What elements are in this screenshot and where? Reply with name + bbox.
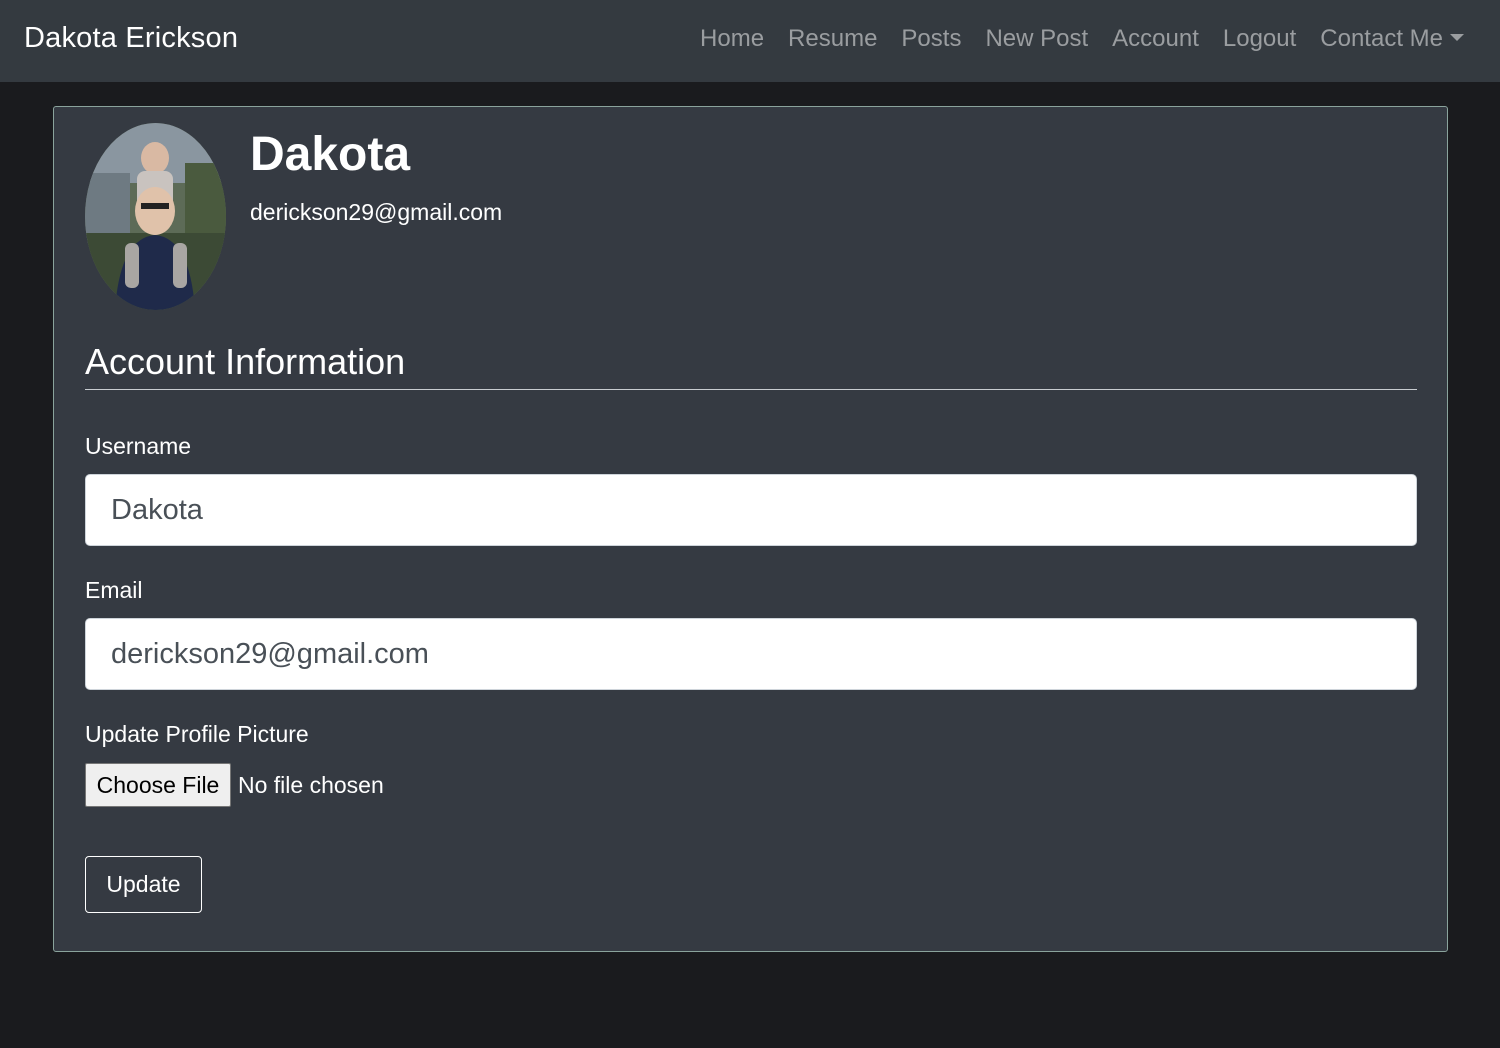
username-label: Username: [85, 433, 192, 459]
nav-links: Home Resume Posts New Post Account Logou…: [700, 25, 1464, 53]
file-input: Choose File No file chosen: [85, 763, 384, 807]
nav-link-account[interactable]: Account: [1112, 25, 1199, 53]
account-card: Dakota derickson29@gmail.com Account Inf…: [53, 106, 1448, 952]
picture-label: Update Profile Picture: [85, 721, 309, 747]
brand-link[interactable]: Dakota Erickson: [24, 22, 238, 55]
email-input[interactable]: [85, 618, 1417, 690]
email-label: Email: [85, 577, 143, 603]
nav-link-logout[interactable]: Logout: [1223, 25, 1296, 53]
profile-email: derickson29@gmail.com: [250, 199, 503, 225]
nav-link-posts[interactable]: Posts: [901, 25, 961, 53]
section-title: Account Information: [85, 341, 406, 382]
avatar-photo: [85, 123, 226, 310]
top-navbar: Dakota Erickson Home Resume Posts New Po…: [0, 0, 1500, 82]
username-input[interactable]: [85, 474, 1417, 546]
nav-link-new-post[interactable]: New Post: [985, 25, 1088, 53]
avatar: [85, 123, 226, 310]
contact-me-dropdown[interactable]: Contact Me: [1320, 25, 1464, 53]
caret-down-icon: [1450, 34, 1464, 41]
contact-me-label: Contact Me: [1320, 25, 1443, 52]
update-button[interactable]: Update: [85, 856, 202, 913]
profile-name: Dakota: [250, 128, 411, 181]
section-divider: [85, 389, 1417, 390]
file-status: No file chosen: [238, 771, 384, 798]
nav-link-home[interactable]: Home: [700, 25, 764, 53]
nav-link-resume[interactable]: Resume: [788, 25, 877, 53]
choose-file-button[interactable]: Choose File: [85, 763, 231, 807]
